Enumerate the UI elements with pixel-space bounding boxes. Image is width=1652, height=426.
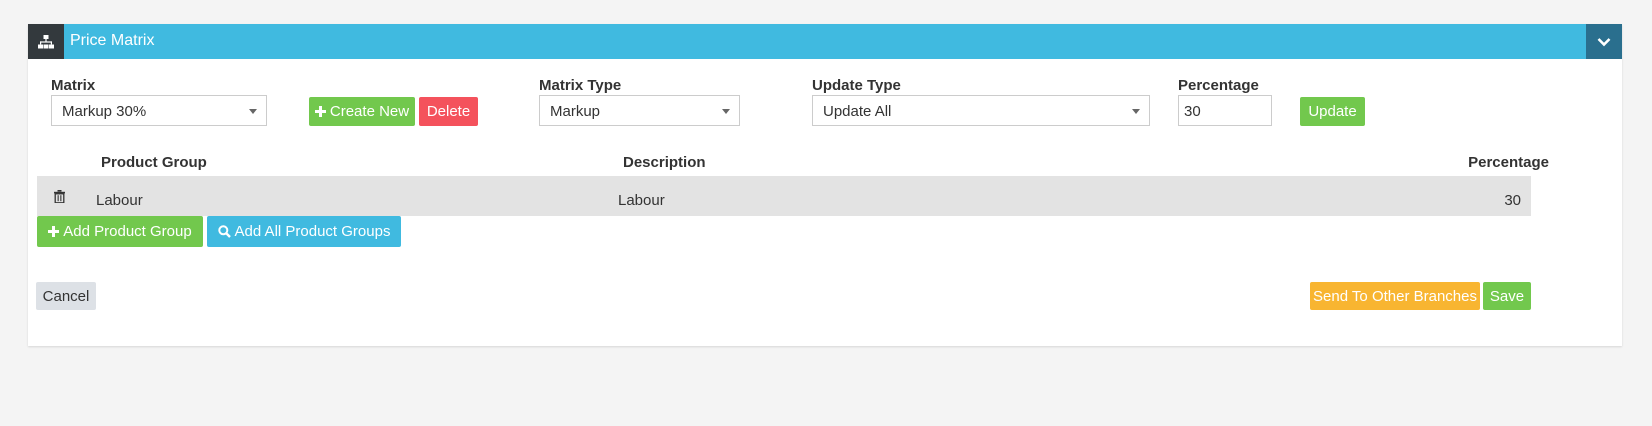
cell-product-group: Labour (96, 192, 143, 209)
update-label: Update (1308, 103, 1357, 120)
collapse-button[interactable] (1586, 24, 1622, 59)
save-label: Save (1489, 287, 1525, 305)
price-matrix-panel: Price Matrix Matrix Markup 30% Create Ne… (28, 24, 1622, 346)
chevron-down-icon (1597, 37, 1611, 46)
percentage-input[interactable]: 30 (1178, 95, 1272, 126)
matrix-select[interactable]: Markup 30% (51, 95, 267, 126)
caret-down-icon (722, 109, 730, 114)
table-row: Labour Labour 30 (37, 176, 1531, 216)
cancel-button[interactable]: Cancel (36, 282, 96, 310)
plus-icon (48, 226, 60, 237)
add-product-group-button[interactable]: Add Product Group (37, 216, 203, 247)
update-type-value: Update All (823, 103, 892, 120)
cell-description: Labour (618, 192, 665, 209)
update-type-label: Update Type (812, 77, 901, 94)
column-header-description: Description (623, 154, 706, 171)
add-product-group-label: Add Product Group (63, 223, 192, 240)
update-type-select[interactable]: Update All (812, 95, 1150, 126)
add-all-product-groups-label: Add All Product Groups (234, 223, 391, 240)
percentage-label: Percentage (1178, 77, 1259, 94)
delete-button[interactable]: Delete (419, 97, 478, 126)
panel-title: Price Matrix (70, 32, 155, 49)
search-icon (217, 225, 231, 238)
sitemap-icon (28, 24, 64, 59)
column-header-percentage: Percentage (1468, 154, 1549, 171)
panel-header: Price Matrix (28, 24, 1622, 59)
trash-icon[interactable] (54, 190, 65, 203)
delete-label: Delete (426, 103, 471, 120)
caret-down-icon (249, 109, 257, 114)
matrix-type-value: Markup (550, 103, 601, 120)
plus-icon (314, 106, 326, 117)
send-to-other-branches-button[interactable]: Send To Other Branches (1310, 282, 1480, 310)
add-all-product-groups-button[interactable]: Add All Product Groups (207, 216, 401, 247)
cancel-label: Cancel (42, 287, 90, 305)
cell-percentage: 30 (1504, 192, 1521, 209)
save-button[interactable]: Save (1483, 282, 1531, 310)
caret-down-icon (1132, 109, 1140, 114)
matrix-type-select[interactable]: Markup (539, 95, 740, 126)
update-button[interactable]: Update (1300, 97, 1365, 126)
create-new-button[interactable]: Create New (309, 97, 415, 126)
matrix-type-label: Matrix Type (539, 77, 622, 94)
matrix-label: Matrix (51, 77, 96, 94)
create-new-label: Create New (329, 103, 410, 120)
send-to-other-branches-label: Send To Other Branches (1313, 287, 1477, 305)
column-header-product-group: Product Group (101, 154, 207, 171)
matrix-select-value: Markup 30% (62, 103, 147, 120)
